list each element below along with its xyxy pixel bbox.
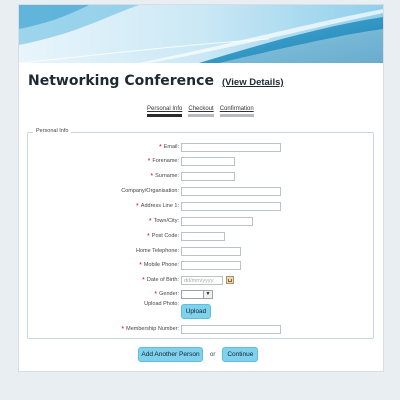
surname-row: * Surname: <box>28 170 373 182</box>
or-text: or <box>210 351 216 358</box>
town-label: * Town/City: <box>39 218 179 225</box>
membership-label: * Membership Number: <box>39 326 179 333</box>
post-code-field[interactable] <box>181 231 225 241</box>
required-marker: * <box>142 276 145 284</box>
mobile-row: * Mobile Phone: <box>28 259 373 271</box>
header-banner <box>19 5 383 63</box>
forename-row: * Forename: <box>28 155 373 167</box>
town-row: * Town/City: <box>28 215 373 227</box>
required-marker: * <box>148 217 152 225</box>
forename-label-text: Forename: <box>152 157 179 164</box>
email-row: * Email: <box>28 141 373 153</box>
company-label: Company/Organisation: <box>39 188 179 194</box>
surname-field[interactable] <box>181 171 235 181</box>
postcode-label-text: Post Code: <box>151 232 179 239</box>
postcode-row: * Post Code: <box>28 230 373 242</box>
address-label: * Address Line 1: <box>39 203 179 210</box>
gender-row: * Gender: ▼ <box>28 288 373 300</box>
home-telephone-label: Home Telephone: <box>39 248 179 254</box>
calendar-icon[interactable] <box>226 276 234 284</box>
email-field[interactable] <box>181 142 281 152</box>
surname-label: * Surname: <box>39 173 179 180</box>
required-marker: * <box>136 202 139 210</box>
home-telephone-label-text: Home Telephone: <box>135 248 179 254</box>
step-checkout[interactable]: Checkout <box>188 106 214 117</box>
mobile-label-text: Mobile Phone: <box>143 261 179 268</box>
dob-label-text: Date of Birth: <box>146 276 179 283</box>
upload-photo-row: Upload Photo: Upload <box>28 301 373 319</box>
forename-label: * Forename: <box>39 158 179 165</box>
page-container: Networking Conference (View Details) Per… <box>18 4 384 372</box>
membership-number-field[interactable] <box>181 324 281 334</box>
step-personal-info[interactable]: Personal Info <box>147 106 183 117</box>
membership-row: * Membership Number: <box>28 323 373 335</box>
fieldset-legend: Personal Info <box>33 128 72 134</box>
required-marker: * <box>121 325 125 333</box>
email-label: * Email: <box>39 144 179 151</box>
town-city-field[interactable] <box>181 216 253 226</box>
upload-photo-label: Upload Photo: <box>39 301 179 307</box>
personal-info-fieldset: Personal Info * Email: * Forename: * Surnam… <box>27 128 374 339</box>
add-another-person-button[interactable]: Add Another Person <box>138 347 203 362</box>
title-row: Networking Conference (View Details) <box>28 73 284 89</box>
page-title: Networking Conference <box>28 73 214 89</box>
gender-label: * Gender: <box>39 291 179 298</box>
upload-button[interactable]: Upload <box>181 303 211 319</box>
required-marker: * <box>150 172 154 180</box>
date-of-birth-field[interactable]: dd/mm/yyyy <box>181 275 223 285</box>
forename-field[interactable] <box>181 156 235 166</box>
company-label-text: Company/Organisation: <box>121 188 179 194</box>
home-telephone-field[interactable] <box>181 246 241 256</box>
form-actions: Add Another Person or Continue <box>138 347 259 362</box>
mobile-label: * Mobile Phone: <box>39 262 179 269</box>
dob-row: * Date of Birth: dd/mm/yyyy <box>28 274 373 286</box>
step-confirmation[interactable]: Confirmation <box>219 106 254 117</box>
gender-select[interactable]: ▼ <box>181 289 213 299</box>
gender-label-text: Gender: <box>159 290 179 297</box>
address-label-text: Address Line 1: <box>140 202 179 209</box>
required-marker: * <box>154 290 158 298</box>
chevron-down-icon[interactable]: ▼ <box>203 290 212 298</box>
upload-photo-label-text: Upload Photo: <box>144 301 179 307</box>
company-row: Company/Organisation: <box>28 185 373 197</box>
company-field[interactable] <box>181 186 281 196</box>
membership-label-text: Membership Number: <box>126 325 179 332</box>
required-marker: * <box>147 232 150 240</box>
home-telephone-row: Home Telephone: <box>28 245 373 257</box>
progress-steps: Personal Info Checkout Confirmation <box>147 106 254 117</box>
dob-label: * Date of Birth: <box>39 277 179 284</box>
continue-button[interactable]: Continue <box>222 347 259 362</box>
email-label-text: Email: <box>163 143 179 150</box>
postcode-label: * Post Code: <box>39 233 179 240</box>
mobile-phone-field[interactable] <box>181 260 241 270</box>
view-details-link[interactable]: (View Details) <box>222 77 284 88</box>
required-marker: * <box>139 261 142 269</box>
required-marker: * <box>147 157 151 165</box>
surname-label-text: Surname: <box>155 172 179 179</box>
required-marker: * <box>158 143 162 151</box>
address-row: * Address Line 1: <box>28 200 373 212</box>
town-label-text: Town/City: <box>153 217 179 224</box>
address-line-1-field[interactable] <box>181 201 281 211</box>
